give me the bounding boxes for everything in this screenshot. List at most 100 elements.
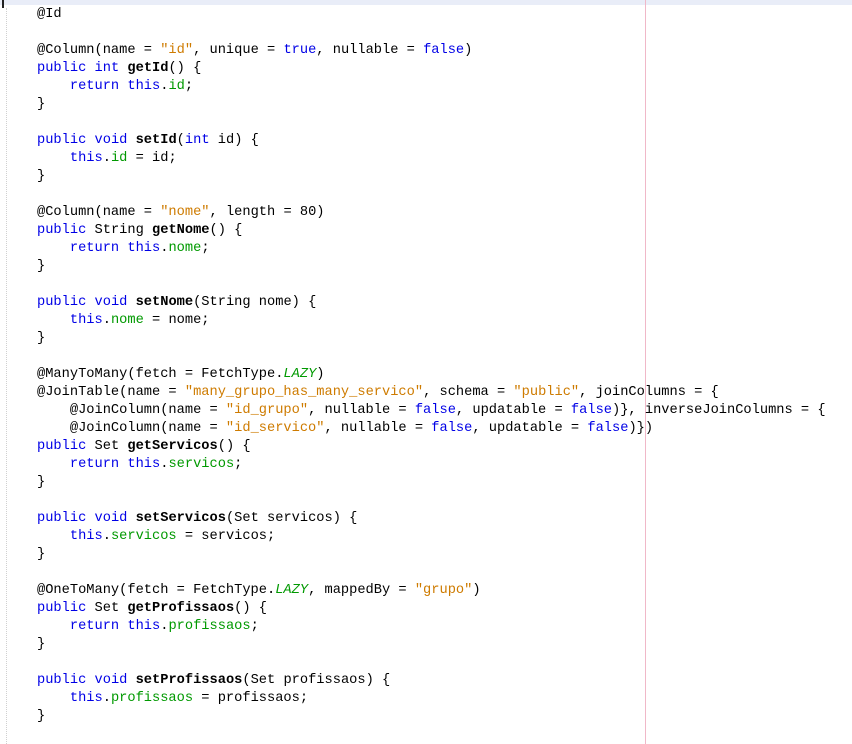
code-line[interactable]: public String getNome() { <box>37 222 826 240</box>
code-line[interactable]: } <box>37 330 826 348</box>
keyword: this <box>127 619 161 634</box>
code-line[interactable]: public void setNome(String nome) { <box>37 294 826 312</box>
code-line[interactable]: public Set getProfissaos() { <box>37 600 826 618</box>
code-line[interactable] <box>37 24 826 42</box>
code-line[interactable] <box>37 654 826 672</box>
string-literal: "id_grupo" <box>225 403 309 418</box>
method-name: getServicos <box>127 439 218 454</box>
keyword: return <box>69 79 120 94</box>
keyword: this <box>69 151 103 166</box>
method-name: setNome <box>135 295 194 310</box>
code-text: String <box>86 223 153 238</box>
code-line[interactable]: } <box>37 96 826 114</box>
code-line[interactable]: public int getId() { <box>37 60 826 78</box>
code-line[interactable] <box>37 492 826 510</box>
code-text: ; <box>250 619 259 634</box>
code-text: @Column(name = <box>37 43 161 58</box>
code-line[interactable]: } <box>37 546 826 564</box>
code-line[interactable]: @Column(name = "id", unique = true, null… <box>37 42 826 60</box>
code-line[interactable] <box>37 564 826 582</box>
keyword: public <box>37 61 87 76</box>
code-editor[interactable]: @Id @Column(name = "id", unique = true, n… <box>37 6 826 744</box>
enum-constant: LAZY <box>283 367 317 382</box>
code-line[interactable]: return this.servicos; <box>37 456 826 474</box>
code-line[interactable]: @JoinColumn(name = "id_grupo", nullable … <box>37 402 826 420</box>
code-line[interactable]: this.profissaos = profissaos; <box>37 690 826 708</box>
code-line[interactable]: public void setProfissaos(Set profissaos… <box>37 672 826 690</box>
code-text: () { <box>234 601 268 616</box>
keyword: return <box>69 619 120 634</box>
code-line[interactable]: @ManyToMany(fetch = FetchType.LAZY) <box>37 366 826 384</box>
keyword: public <box>37 601 87 616</box>
string-literal: "nome" <box>160 205 210 220</box>
keyword: true <box>283 43 317 58</box>
code-text: Set <box>86 601 128 616</box>
code-text: . <box>102 151 111 166</box>
keyword: void <box>94 511 128 526</box>
keyword: public <box>37 295 87 310</box>
keyword: int <box>94 61 120 76</box>
current-line-highlight <box>0 0 852 5</box>
keyword: public <box>37 133 87 148</box>
code-text: } <box>37 259 46 274</box>
keyword: this <box>69 313 103 328</box>
code-line[interactable]: this.nome = nome; <box>37 312 826 330</box>
code-line[interactable]: } <box>37 258 826 276</box>
code-line[interactable]: public void setServicos(Set servicos) { <box>37 510 826 528</box>
code-line[interactable]: @JoinTable(name = "many_grupo_has_many_s… <box>37 384 826 402</box>
code-text: , nullable = <box>316 43 424 58</box>
field-reference: id <box>168 79 185 94</box>
code-line[interactable]: public Set getServicos() { <box>37 438 826 456</box>
keyword: void <box>94 673 128 688</box>
method-name: setId <box>135 133 177 148</box>
field-reference: servicos <box>110 529 177 544</box>
code-line[interactable]: } <box>37 474 826 492</box>
code-text: ; <box>184 79 194 94</box>
keyword: false <box>414 403 456 418</box>
code-line[interactable]: @Id <box>37 6 826 24</box>
code-line[interactable]: } <box>37 168 826 186</box>
code-line[interactable]: @Column(name = "nome", length = 80) <box>37 204 826 222</box>
code-text: @Column(name = <box>37 205 161 220</box>
code-line[interactable] <box>37 726 826 744</box>
keyword: int <box>184 133 210 148</box>
code-text: = nome; <box>143 313 210 328</box>
keyword: this <box>69 691 103 706</box>
code-text: = id; <box>127 151 177 166</box>
code-line[interactable] <box>37 276 826 294</box>
field-reference: profissaos <box>168 619 251 634</box>
code-line[interactable]: return this.id; <box>37 78 826 96</box>
code-line[interactable]: this.servicos = servicos; <box>37 528 826 546</box>
code-text: (Set profissaos) { <box>242 673 391 688</box>
code-text: = profissaos; <box>193 691 309 706</box>
code-line[interactable]: this.id = id; <box>37 150 826 168</box>
code-line[interactable]: public void setId(int id) { <box>37 132 826 150</box>
code-text: = servicos; <box>176 529 276 544</box>
code-line[interactable] <box>37 114 826 132</box>
code-line[interactable] <box>37 186 826 204</box>
code-line[interactable]: } <box>37 636 826 654</box>
method-name: getProfissaos <box>127 601 235 616</box>
code-text: , updatable = <box>472 421 588 436</box>
code-line[interactable]: @JoinColumn(name = "id_servico", nullabl… <box>37 420 826 438</box>
keyword: false <box>423 43 465 58</box>
code-line[interactable]: return this.profissaos; <box>37 618 826 636</box>
keyword: public <box>37 511 87 526</box>
code-text: ; <box>201 241 210 256</box>
code-text: . <box>102 691 111 706</box>
code-text: , length = 80) <box>209 205 325 220</box>
code-line[interactable]: return this.nome; <box>37 240 826 258</box>
field-reference: id <box>110 151 128 166</box>
keyword: this <box>127 79 161 94</box>
code-line[interactable] <box>37 348 826 366</box>
code-text: } <box>37 331 46 346</box>
code-line[interactable]: } <box>37 708 826 726</box>
code-line[interactable]: @OneToMany(fetch = FetchType.LAZY, mappe… <box>37 582 826 600</box>
